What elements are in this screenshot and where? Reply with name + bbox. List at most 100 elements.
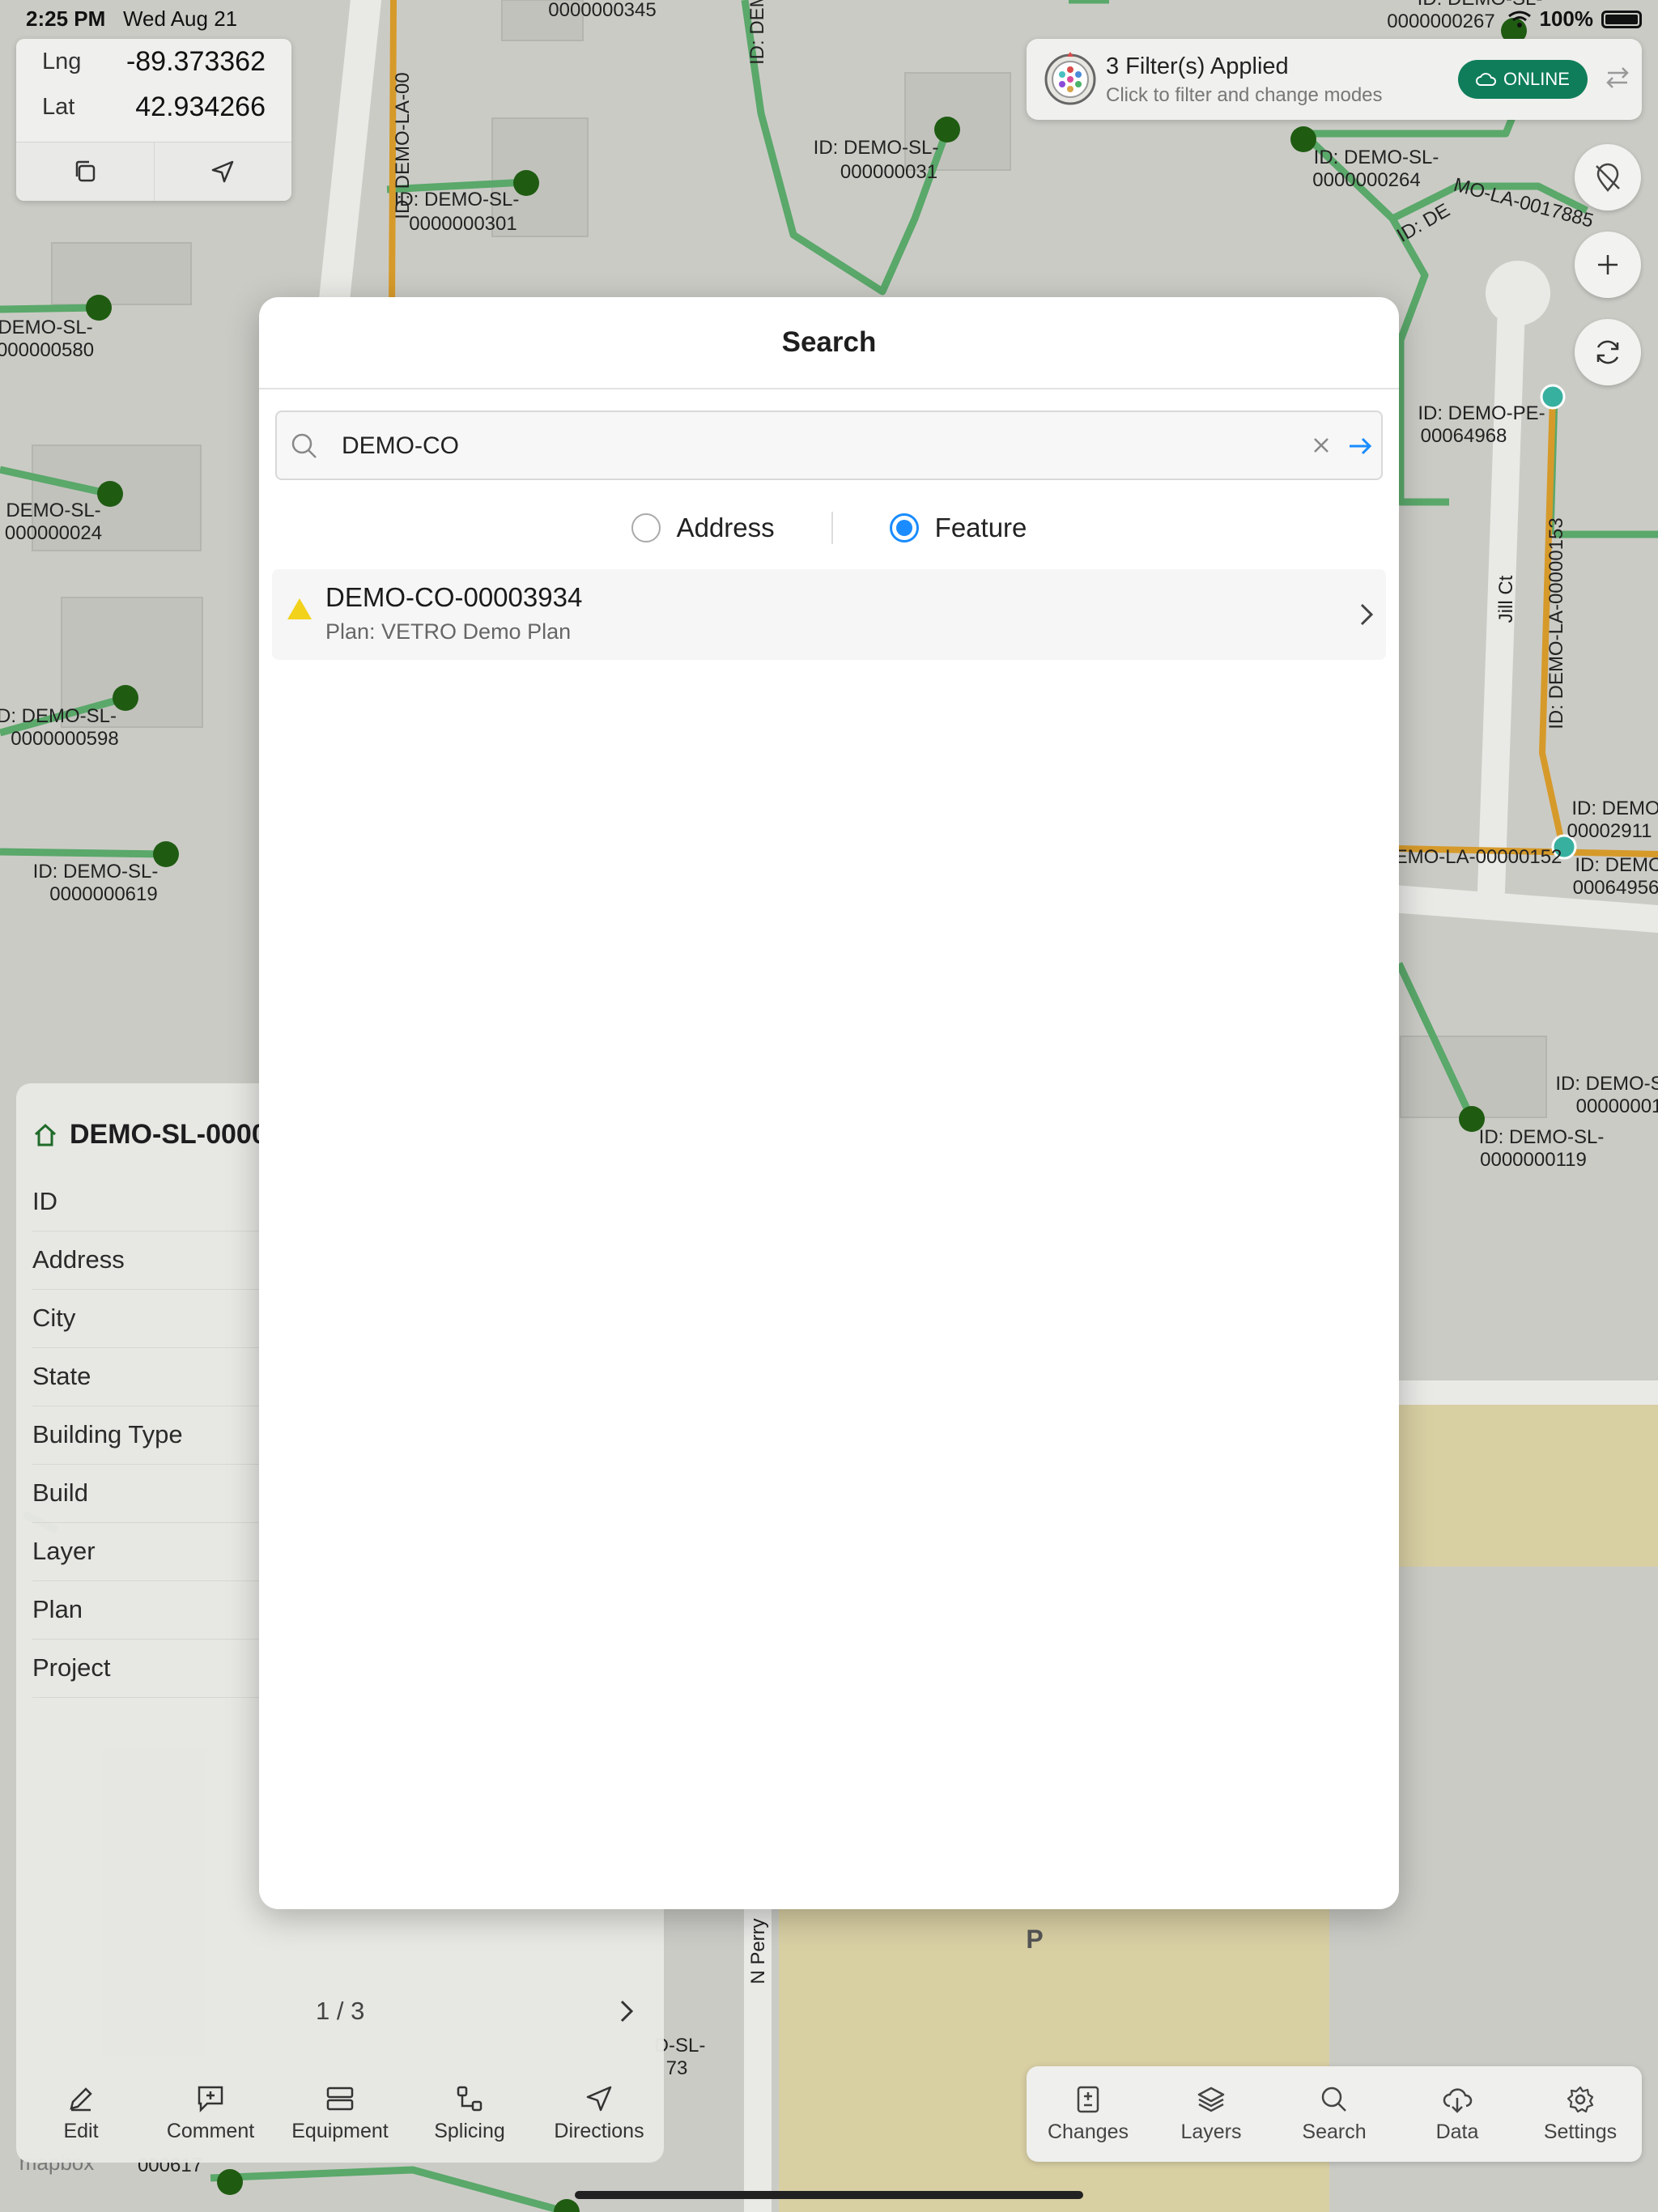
pager-text: 1 / 3 xyxy=(316,1997,365,2025)
status-right: 100% xyxy=(1507,6,1642,32)
map-label: Jill Ct xyxy=(1495,575,1517,623)
feature-radio-circle[interactable] xyxy=(889,513,919,542)
search-icon xyxy=(1320,2085,1349,2114)
online-status-badge[interactable]: ONLINE xyxy=(1458,60,1588,99)
map-label: DEMO-SL- xyxy=(0,317,93,338)
wifi-icon xyxy=(1507,10,1532,29)
detail-title: DEMO-SL-0000 xyxy=(32,1119,267,1151)
gear-icon xyxy=(1566,2085,1595,2114)
date-text: Wed Aug 21 xyxy=(122,6,238,31)
mode-divider xyxy=(831,512,833,544)
search-mode-selector: Address Feature xyxy=(259,508,1399,548)
next-page-chevron-icon[interactable] xyxy=(615,1997,638,2026)
map-label: ID: DEMO-LA-00000153 xyxy=(1545,517,1567,729)
map-label: 0000000301 xyxy=(409,213,517,235)
map-label: 0000000119 xyxy=(1480,1149,1587,1171)
tab-label: Layers xyxy=(1180,2120,1242,2143)
map-label: ID: DEMO-SL- xyxy=(1314,147,1439,168)
edit-label: Edit xyxy=(63,2119,99,2142)
submit-search-arrow-icon[interactable] xyxy=(1346,432,1375,461)
home-icon xyxy=(32,1122,58,1148)
map-label: 00064956 xyxy=(1573,877,1658,899)
refresh-icon xyxy=(1592,336,1624,368)
map-label: ID: DEMO-S xyxy=(1555,1073,1658,1095)
copy-coordinates-button[interactable] xyxy=(16,143,154,201)
map-label: ID: DEMO- xyxy=(1571,798,1658,819)
map-label: 000000024 xyxy=(5,522,102,544)
map-label: ID: DEMO-SL- xyxy=(33,861,159,883)
result-subtitle: Plan: VETRO Demo Plan xyxy=(325,619,572,644)
feature-mode-label: Feature xyxy=(934,513,1027,542)
comment-label: Comment xyxy=(166,2119,255,2142)
tab-settings[interactable]: Settings xyxy=(1519,2066,1642,2162)
tab-label: Data xyxy=(1435,2120,1479,2143)
home-indicator[interactable] xyxy=(575,2191,1083,2199)
lat-value: 42.934266 xyxy=(135,91,266,122)
swap-arrows-icon[interactable] xyxy=(1603,63,1632,92)
time-text: 2:25 PM xyxy=(26,6,106,31)
battery-icon xyxy=(1601,10,1642,28)
parking-lot xyxy=(779,1909,1329,2212)
address-mode-radio[interactable]: Address xyxy=(631,513,775,543)
clear-search-icon[interactable] xyxy=(1309,433,1333,457)
splicing-button[interactable]: Splicing xyxy=(405,2064,534,2163)
search-result-item[interactable]: DEMO-CO-00003934 Plan: VETRO Demo Plan xyxy=(272,569,1386,660)
tab-label: Changes xyxy=(1047,2120,1129,2143)
detail-title-text: DEMO-SL-0000 xyxy=(70,1119,267,1150)
map-label: EMO-LA-00000152 xyxy=(1395,846,1562,868)
equipment-label: Equipment xyxy=(291,2119,389,2142)
lat-row: Lat 42.934266 xyxy=(16,84,291,130)
filter-bar[interactable]: 3 Filter(s) Applied Click to filter and … xyxy=(1027,39,1642,120)
refresh-map-button[interactable] xyxy=(1575,319,1641,385)
comment-icon xyxy=(196,2084,225,2113)
directions-label: Directions xyxy=(554,2119,644,2142)
directions-button[interactable]: Directions xyxy=(534,2064,664,2163)
search-box xyxy=(275,410,1383,480)
tab-search[interactable]: Search xyxy=(1273,2066,1396,2162)
layers-icon xyxy=(1197,2085,1226,2114)
equipment-icon xyxy=(325,2084,355,2113)
address-radio-circle[interactable] xyxy=(631,513,661,542)
filter-title: 3 Filter(s) Applied xyxy=(1106,53,1289,79)
map-label: 00000001 xyxy=(1576,1095,1658,1117)
search-input[interactable] xyxy=(340,412,1250,480)
lat-label: Lat xyxy=(42,93,75,120)
tab-changes[interactable]: Changes xyxy=(1027,2066,1150,2162)
map-label: 000000580 xyxy=(0,339,94,361)
map-label: ID: DEMO-PE- xyxy=(1418,402,1545,424)
location-off-icon xyxy=(1592,161,1624,194)
warning-triangle-icon xyxy=(287,597,312,621)
map-label: 0000000264 xyxy=(1312,169,1420,191)
comment-button[interactable]: Comment xyxy=(146,2064,275,2163)
tab-label: Search xyxy=(1302,2120,1367,2143)
tab-layers[interactable]: Layers xyxy=(1150,2066,1273,2162)
feature-mode-radio[interactable]: Feature xyxy=(889,513,1027,543)
lng-label: Lng xyxy=(42,48,82,74)
map-label: ID: DEMO-SL- xyxy=(394,189,520,211)
splicing-label: Splicing xyxy=(434,2119,505,2142)
battery-text: 100% xyxy=(1539,6,1594,31)
map-label: P xyxy=(1026,1925,1043,1954)
map-label: 00064968 xyxy=(1421,425,1507,447)
equipment-button[interactable]: Equipment xyxy=(275,2064,405,2163)
locate-button[interactable] xyxy=(153,143,292,201)
coordinate-card: Lng -89.373362 Lat 42.934266 xyxy=(16,39,291,201)
map-label: D: DEMO-SL- xyxy=(0,705,117,727)
map-label: N Perry xyxy=(747,1918,769,1984)
edit-button[interactable]: Edit xyxy=(16,2064,146,2163)
changes-icon xyxy=(1074,2085,1102,2114)
zoom-in-button[interactable] xyxy=(1575,232,1641,298)
search-icon xyxy=(290,432,319,461)
lng-row: Lng -89.373362 xyxy=(16,39,291,84)
copy-icon xyxy=(72,159,98,185)
hide-location-button[interactable] xyxy=(1575,144,1641,211)
status-time: 2:25 PM Wed Aug 21 xyxy=(26,6,237,32)
cloud-icon xyxy=(1476,72,1497,87)
map-label: 73 xyxy=(666,2057,688,2079)
address-mode-label: Address xyxy=(676,513,775,542)
map-label: ID: DEMO-SL- xyxy=(814,137,939,159)
tab-label: Settings xyxy=(1543,2120,1618,2143)
tab-data[interactable]: Data xyxy=(1396,2066,1519,2162)
search-modal: Search Address Feature DEMO-CO-00003934 … xyxy=(259,297,1399,1909)
vetro-logo-icon xyxy=(1041,50,1099,108)
